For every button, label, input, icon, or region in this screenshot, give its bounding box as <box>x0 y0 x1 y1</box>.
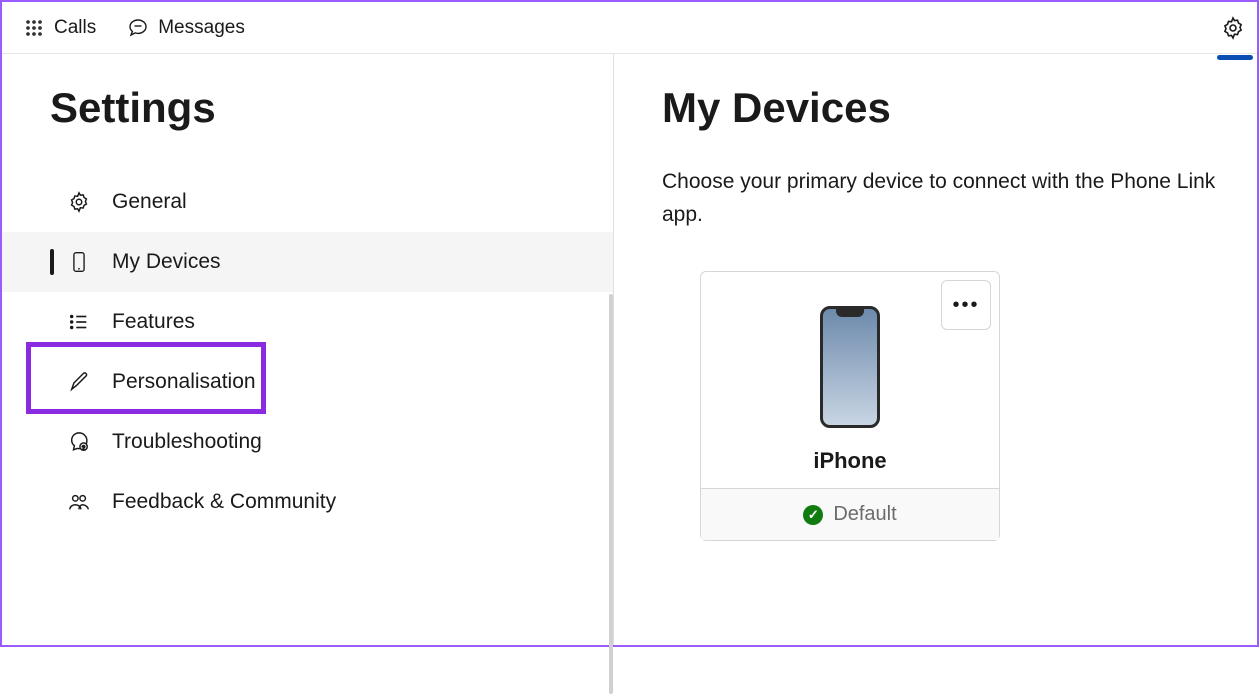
main-description: Choose your primary device to connect wi… <box>662 166 1221 231</box>
help-icon: ? <box>68 431 90 453</box>
sidebar-item-feedback[interactable]: Feedback & Community <box>2 472 613 532</box>
dialpad-icon <box>24 18 44 38</box>
sidebar-item-label: General <box>112 190 187 214</box>
sidebar-scrollbar[interactable] <box>609 294 613 694</box>
device-more-button[interactable]: ••• <box>941 280 991 330</box>
message-icon <box>128 18 148 38</box>
messages-tab[interactable]: Messages <box>114 9 259 47</box>
sidebar-item-label: Personalisation <box>112 370 256 394</box>
device-name: iPhone <box>813 448 886 474</box>
gear-icon <box>1221 16 1245 40</box>
sidebar-item-label: Feedback & Community <box>112 490 336 514</box>
sidebar-title: Settings <box>2 84 613 132</box>
check-icon: ✓ <box>803 505 823 525</box>
sidebar-item-personalisation[interactable]: Personalisation <box>2 352 613 412</box>
device-status: ✓ Default <box>701 488 999 540</box>
list-icon <box>68 311 90 333</box>
device-card[interactable]: ••• iPhone ✓ Default <box>700 271 1000 541</box>
device-illustration <box>820 306 880 428</box>
gear-icon <box>68 191 90 213</box>
main-panel: My Devices Choose your primary device to… <box>614 54 1257 645</box>
people-icon <box>68 491 90 513</box>
settings-button[interactable] <box>1209 10 1249 46</box>
calls-label: Calls <box>54 17 96 39</box>
sidebar-item-my-devices[interactable]: My Devices <box>2 232 613 292</box>
content: Settings General My Devi <box>2 54 1257 645</box>
topbar: Calls Messages <box>2 2 1257 54</box>
nav-list: General My Devices <box>2 172 613 532</box>
sidebar-item-troubleshooting[interactable]: ? Troubleshooting <box>2 412 613 472</box>
sidebar-item-general[interactable]: General <box>2 172 613 232</box>
sidebar-item-label: Troubleshooting <box>112 430 262 454</box>
sidebar-item-label: Features <box>112 310 195 334</box>
main-title: My Devices <box>662 84 1221 132</box>
calls-tab[interactable]: Calls <box>10 9 110 47</box>
pen-icon <box>68 371 90 393</box>
phone-icon <box>68 251 90 273</box>
settings-sidebar: Settings General My Devi <box>2 54 614 645</box>
device-status-label: Default <box>833 503 896 526</box>
messages-label: Messages <box>158 17 245 39</box>
sidebar-item-features[interactable]: Features <box>2 292 613 352</box>
sidebar-item-label: My Devices <box>112 250 221 274</box>
more-icon: ••• <box>952 294 979 317</box>
